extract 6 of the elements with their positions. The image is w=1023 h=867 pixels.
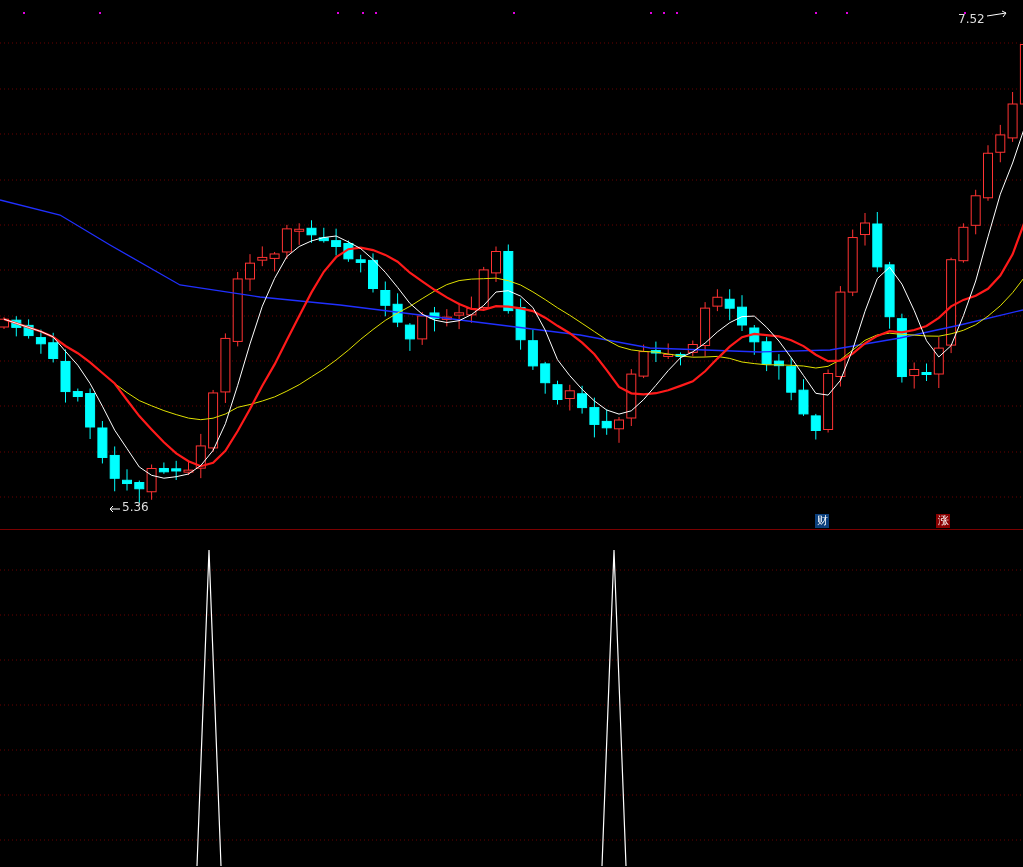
high-price-label: 7.52 (958, 13, 985, 25)
leader-arrow (986, 10, 1007, 18)
event-marker: 财 (815, 514, 829, 528)
event-marker: 涨 (936, 514, 950, 528)
leader-arrow (109, 505, 121, 513)
low-price-label: 5.36 (122, 501, 149, 513)
